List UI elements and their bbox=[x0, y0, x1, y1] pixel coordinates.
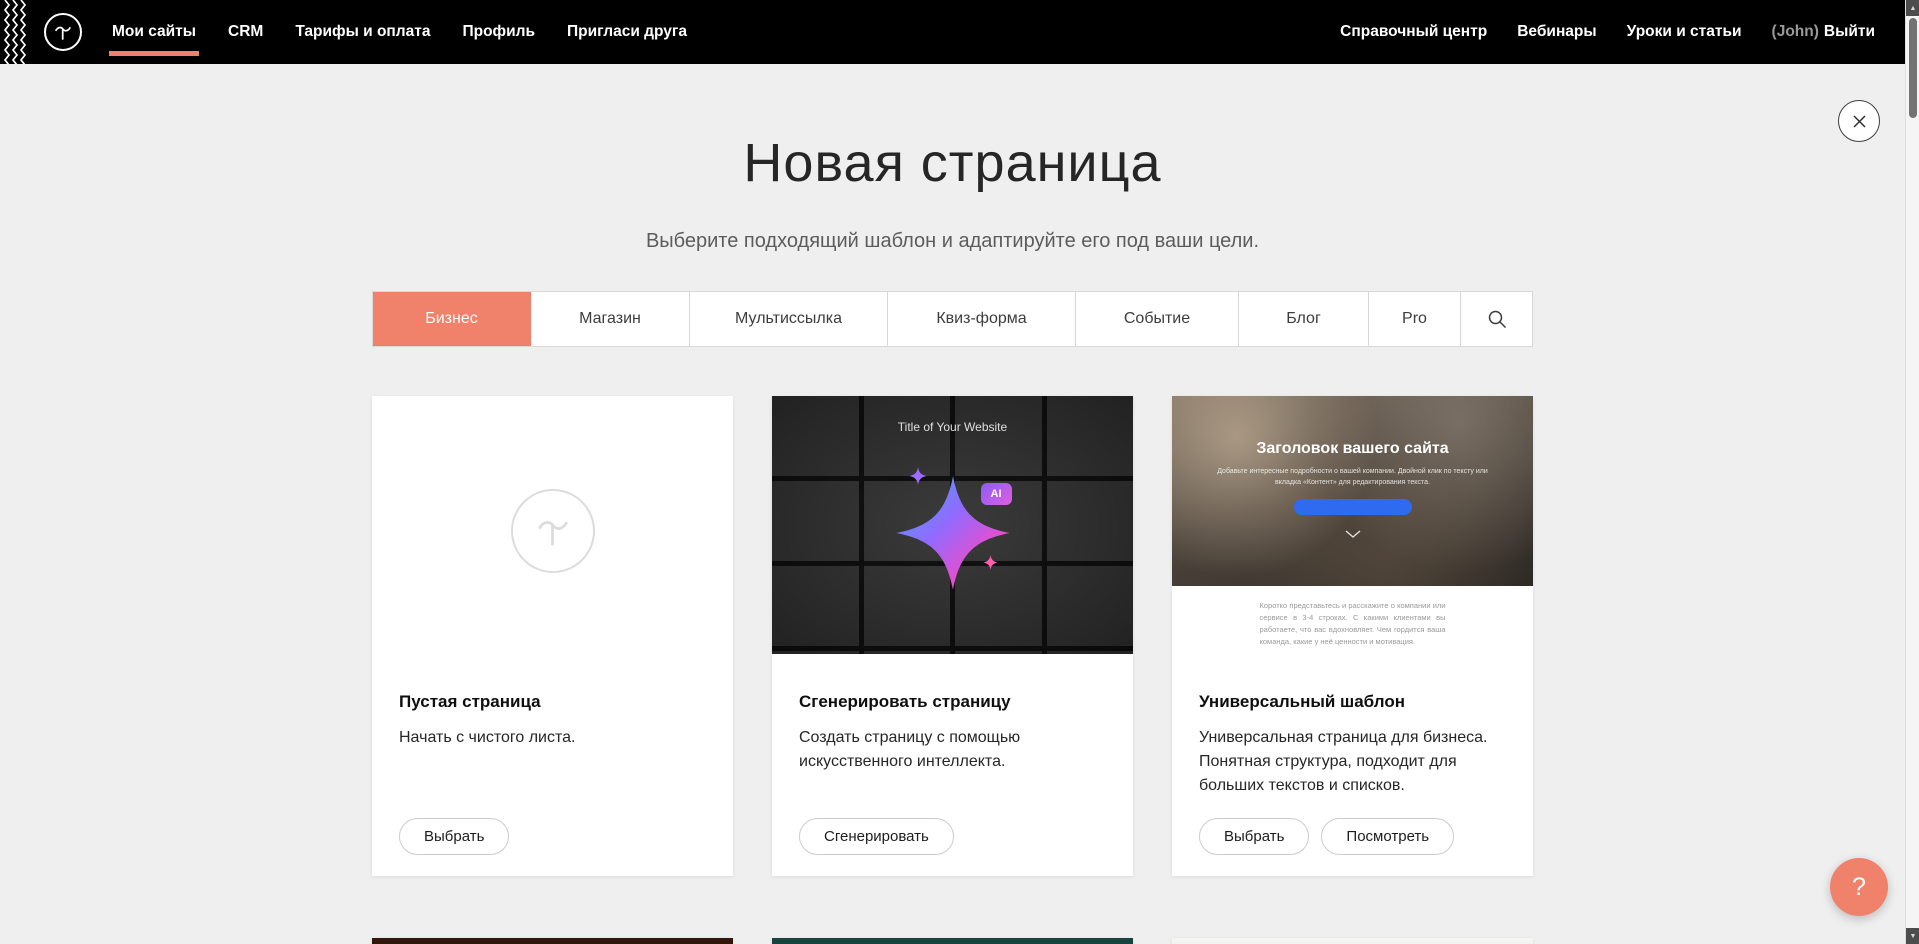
ai-card-body: Сгенерировать страницу Создать страницу … bbox=[772, 666, 1133, 876]
vertical-scrollbar[interactable] bbox=[1905, 0, 1919, 944]
preview-about-section: Коротко представьтесь и расскажите о ком… bbox=[1172, 586, 1533, 666]
main-nav: Мои сайты CRM Тарифы и оплата Профиль Пр… bbox=[112, 0, 687, 64]
tilda-logo-icon[interactable] bbox=[44, 13, 82, 51]
tab-business[interactable]: Бизнес bbox=[373, 292, 531, 346]
scrollbar-thumb[interactable] bbox=[1909, 18, 1917, 118]
tab-quiz-form[interactable]: Квиз-форма bbox=[888, 292, 1076, 346]
choose-blank-button[interactable]: Выбрать bbox=[399, 818, 509, 855]
template-category-tabs: Бизнес Магазин Мультиссылка Квиз-форма С… bbox=[372, 291, 1533, 347]
sparkle-icon bbox=[909, 467, 927, 485]
nav-invite-friend[interactable]: Пригласи друга bbox=[567, 0, 687, 64]
preview-about-text: Коротко представьтесь и расскажите о ком… bbox=[1260, 600, 1446, 648]
new-page-dialog: Новая страница Выберите подходящий шабло… bbox=[0, 64, 1905, 944]
tab-pro[interactable]: Pro bbox=[1369, 292, 1461, 346]
blank-card-preview bbox=[372, 396, 733, 666]
card-title: Сгенерировать страницу bbox=[799, 692, 1106, 712]
scrollbar-down-arrow[interactable] bbox=[1906, 928, 1919, 944]
universal-template-preview: Заголовок вашего сайта Добавьте интересн… bbox=[1172, 396, 1533, 586]
user-name: (John) bbox=[1772, 23, 1819, 41]
nav-webinars[interactable]: Вебинары bbox=[1517, 23, 1596, 41]
close-icon bbox=[1852, 114, 1867, 129]
preview-subtext: Добавьте интересные подробности о вашей … bbox=[1215, 467, 1489, 488]
next-template-row bbox=[372, 938, 1533, 944]
card-description: Универсальная страница для бизнеса. Поня… bbox=[1199, 726, 1506, 798]
blank-card-body: Пустая страница Начать с чистого листа. … bbox=[372, 666, 733, 876]
secondary-nav: Справочный центр Вебинары Уроки и статьи… bbox=[1340, 23, 1875, 41]
template-card-universal[interactable]: Заголовок вашего сайта Добавьте интересн… bbox=[1172, 396, 1533, 876]
tilda-watermark-icon bbox=[511, 489, 595, 573]
tab-store[interactable]: Магазин bbox=[531, 292, 690, 346]
collage-preview-title: Title of Your Website bbox=[772, 420, 1133, 434]
sparkle-icon bbox=[983, 555, 998, 570]
tab-blog[interactable]: Блог bbox=[1239, 292, 1369, 346]
search-icon bbox=[1487, 309, 1507, 329]
universal-card-body: Универсальный шаблон Универсальная стран… bbox=[1172, 666, 1533, 876]
ai-card-preview-image: Title of Your Website bbox=[772, 396, 1133, 654]
preview-universal-button[interactable]: Посмотреть bbox=[1321, 818, 1454, 855]
nav-lessons-articles[interactable]: Уроки и статьи bbox=[1627, 23, 1742, 41]
nav-logout[interactable]: (John) Выйти bbox=[1772, 23, 1875, 41]
page-title: Новая страница bbox=[0, 132, 1905, 194]
choose-universal-button[interactable]: Выбрать bbox=[1199, 818, 1309, 855]
tab-search[interactable] bbox=[1461, 292, 1532, 346]
logout-label: Выйти bbox=[1824, 23, 1875, 41]
card-title: Пустая страница bbox=[399, 692, 706, 712]
template-card-partial[interactable] bbox=[1172, 938, 1533, 944]
close-button[interactable] bbox=[1838, 100, 1880, 142]
nav-my-sites[interactable]: Мои сайты bbox=[112, 0, 196, 64]
preview-heading: Заголовок вашего сайта bbox=[1172, 440, 1533, 458]
nav-crm[interactable]: CRM bbox=[228, 0, 263, 64]
scrollbar-up-arrow[interactable] bbox=[1906, 0, 1919, 16]
chevron-down-icon bbox=[1345, 530, 1361, 538]
template-card-ai-generate[interactable]: Title of Your Website bbox=[772, 396, 1133, 876]
card-description: Создать страницу с помощью искусственног… bbox=[799, 726, 1106, 774]
topbar: Мои сайты CRM Тарифы и оплата Профиль Пр… bbox=[0, 0, 1919, 64]
template-card-partial[interactable] bbox=[372, 938, 733, 944]
tab-event[interactable]: Событие bbox=[1076, 292, 1239, 346]
nav-help-center[interactable]: Справочный центр bbox=[1340, 23, 1487, 41]
nav-profile[interactable]: Профиль bbox=[462, 0, 535, 64]
card-title: Универсальный шаблон bbox=[1199, 692, 1506, 712]
preview-cta-button bbox=[1294, 499, 1412, 515]
template-cards-grid: Пустая страница Начать с чистого листа. … bbox=[372, 396, 1533, 876]
template-card-blank[interactable]: Пустая страница Начать с чистого листа. … bbox=[372, 396, 733, 876]
tab-link-in-bio[interactable]: Мультиссылка bbox=[690, 292, 888, 346]
help-button[interactable]: ? bbox=[1830, 858, 1888, 916]
template-card-partial[interactable] bbox=[772, 938, 1133, 944]
generate-button[interactable]: Сгенерировать bbox=[799, 818, 954, 855]
nav-plans-payment[interactable]: Тарифы и оплата bbox=[295, 0, 430, 64]
card-description: Начать с чистого листа. bbox=[399, 726, 706, 750]
page-subtitle: Выберите подходящий шаблон и адаптируйте… bbox=[0, 230, 1905, 253]
ai-badge: AI bbox=[981, 483, 1012, 505]
zigzag-pattern-icon bbox=[0, 0, 28, 64]
